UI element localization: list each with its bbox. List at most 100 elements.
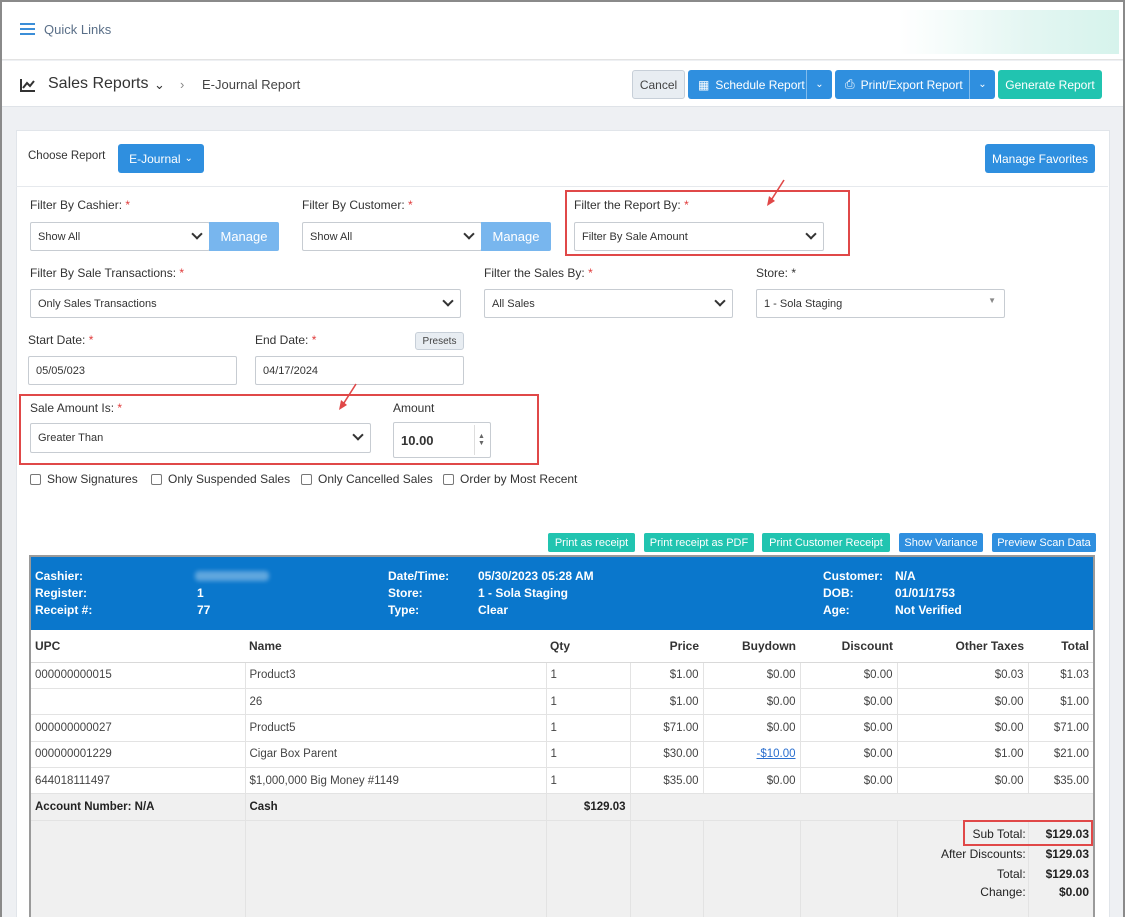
annotation-arrow-icon (339, 383, 357, 410)
payment-amount: $129.03 (546, 793, 631, 821)
sales-by-label: Filter the Sales By: * (484, 266, 593, 280)
chevron-down-icon (352, 429, 364, 441)
cell: $0.00 (703, 688, 801, 716)
start-date-input[interactable]: 05/05/023 (28, 356, 237, 385)
totals-row (31, 820, 1093, 917)
col-other-taxes: Other Taxes (897, 630, 1028, 663)
chevron-down-icon (442, 295, 454, 307)
schedule-report-button[interactable]: ▦ Schedule Report ⌄ (688, 70, 832, 99)
chevron-down-icon (191, 228, 203, 240)
quick-links-bar: Quick Links (2, 2, 1123, 60)
order-recent-checkbox[interactable]: Order by Most Recent (443, 472, 577, 486)
choose-report-dropdown[interactable]: E-Journal ⌄ (118, 144, 204, 173)
presets-button[interactable]: Presets (415, 332, 464, 350)
checkbox-icon (30, 473, 41, 485)
cell: $0.00 (800, 741, 898, 769)
cell: $30.00 (630, 741, 704, 769)
schedule-report-label: Schedule Report (715, 77, 805, 92)
generate-report-button[interactable]: Generate Report (998, 70, 1102, 99)
show-signatures-checkbox[interactable]: Show Signatures (30, 472, 138, 486)
register-value: 1 (197, 586, 204, 600)
receipt-header: Cashier: Register: 1 Receipt #: 77 Date/… (31, 557, 1093, 630)
choose-report-value: E-Journal (129, 151, 181, 166)
receipt-number-value: 77 (197, 603, 211, 617)
total-line: Total: $129.03 (996, 867, 1089, 881)
receipt-number-key: Receipt #: (35, 603, 93, 617)
show-variance-button[interactable]: Show Variance (899, 533, 983, 552)
cell: $35.00 (630, 767, 704, 795)
chevron-down-icon (805, 228, 817, 240)
amount-stepper[interactable]: 10.00 ▲ ▼ (393, 422, 491, 458)
cell: $0.03 (897, 662, 1029, 689)
cell: $71.00 (630, 714, 704, 742)
cell: 000000001229 (31, 741, 246, 769)
print-export-label: Print/Export Report (860, 77, 963, 92)
print-pdf-button[interactable]: Print receipt as PDF (644, 533, 754, 552)
sale-transactions-label: Filter By Sale Transactions: * (30, 266, 185, 280)
cell: $1.00 (897, 741, 1029, 769)
hamburger-icon[interactable] (20, 23, 35, 35)
schedule-dropdown-chevron-icon[interactable]: ⌄ (806, 70, 832, 99)
customer-select[interactable]: Show All (302, 222, 482, 251)
cell: $1.00 (630, 688, 704, 716)
print-export-button[interactable]: ⎙ Print/Export Report ⌄ (835, 70, 995, 99)
cell: $0.00 (800, 662, 898, 689)
age-key: Age: (823, 603, 850, 617)
cancel-button[interactable]: Cancel (632, 70, 685, 99)
quick-links-link[interactable]: Quick Links (44, 22, 111, 37)
page-header: Sales Reports ⌄ › E-Journal Report Cance… (2, 61, 1123, 107)
cell: Cigar Box Parent (245, 741, 547, 769)
print-as-receipt-button[interactable]: Print as receipt (548, 533, 635, 552)
manage-customer-button[interactable]: Manage (481, 222, 551, 251)
store-select[interactable]: 1 - Sola Staging ▼ (756, 289, 1005, 318)
title-chevron-down-icon[interactable]: ⌄ (154, 77, 165, 93)
choose-report-label: Choose Report (28, 150, 106, 162)
account-number: Account Number: N/A (31, 793, 246, 821)
sale-transactions-select[interactable]: Only Sales Transactions (30, 289, 461, 318)
cell: $0.00 (800, 714, 898, 742)
sale-amount-select[interactable]: Greater Than (30, 423, 371, 453)
print-dropdown-chevron-icon[interactable]: ⌄ (969, 70, 995, 99)
page-title[interactable]: Sales Reports (48, 75, 149, 93)
cell: 1 (546, 714, 631, 742)
report-by-select[interactable]: Filter By Sale Amount (574, 222, 824, 251)
printer-icon: ⎙ (845, 77, 855, 91)
stepper-arrows-icon[interactable]: ▲ ▼ (474, 425, 488, 455)
type-key: Type: (388, 603, 420, 617)
manage-favorites-button[interactable]: Manage Favorites (985, 144, 1095, 173)
only-suspended-checkbox[interactable]: Only Suspended Sales (151, 472, 290, 486)
cashier-key: Cashier: (35, 569, 84, 583)
cell: $0.00 (800, 767, 898, 795)
chevron-down-icon (463, 228, 475, 240)
cell (31, 688, 246, 716)
cell: $0.00 (703, 714, 801, 742)
cell: Product3 (245, 662, 547, 689)
cell: $0.00 (703, 767, 801, 795)
sales-by-select[interactable]: All Sales (484, 289, 733, 318)
only-cancelled-checkbox[interactable]: Only Cancelled Sales (301, 472, 433, 486)
register-key: Register: (35, 586, 88, 600)
end-date-input[interactable]: 04/17/2024 (255, 356, 464, 385)
cell: 644018111497 (31, 767, 246, 795)
manage-cashier-button[interactable]: Manage (209, 222, 279, 251)
datetime-key: Date/Time: (388, 569, 450, 583)
checkbox-icon (301, 473, 312, 485)
cashier-select[interactable]: Show All (30, 222, 210, 251)
payment-method: Cash (245, 793, 547, 821)
cell: 000000000015 (31, 662, 246, 689)
buydown-link[interactable]: -$10.00 (756, 748, 795, 760)
payment-row: Account Number: N/A Cash $129.03 (31, 793, 1093, 821)
cell: $35.00 (1028, 767, 1093, 795)
cell: $0.00 (897, 688, 1029, 716)
cell: $0.00 (703, 662, 801, 689)
chevron-down-icon (714, 295, 726, 307)
print-customer-receipt-button[interactable]: Print Customer Receipt (762, 533, 890, 552)
col-buydown: Buydown (703, 630, 800, 663)
preview-scan-data-button[interactable]: Preview Scan Data (992, 533, 1096, 552)
amount-value: 10.00 (401, 432, 434, 448)
col-qty: Qty (546, 630, 630, 663)
cell: $0.00 (897, 714, 1029, 742)
col-discount: Discount (800, 630, 897, 663)
table-row: 26 1 $1.00 $0.00 $0.00 $0.00 $1.00 (31, 688, 1093, 716)
checkbox-icon (151, 473, 162, 485)
